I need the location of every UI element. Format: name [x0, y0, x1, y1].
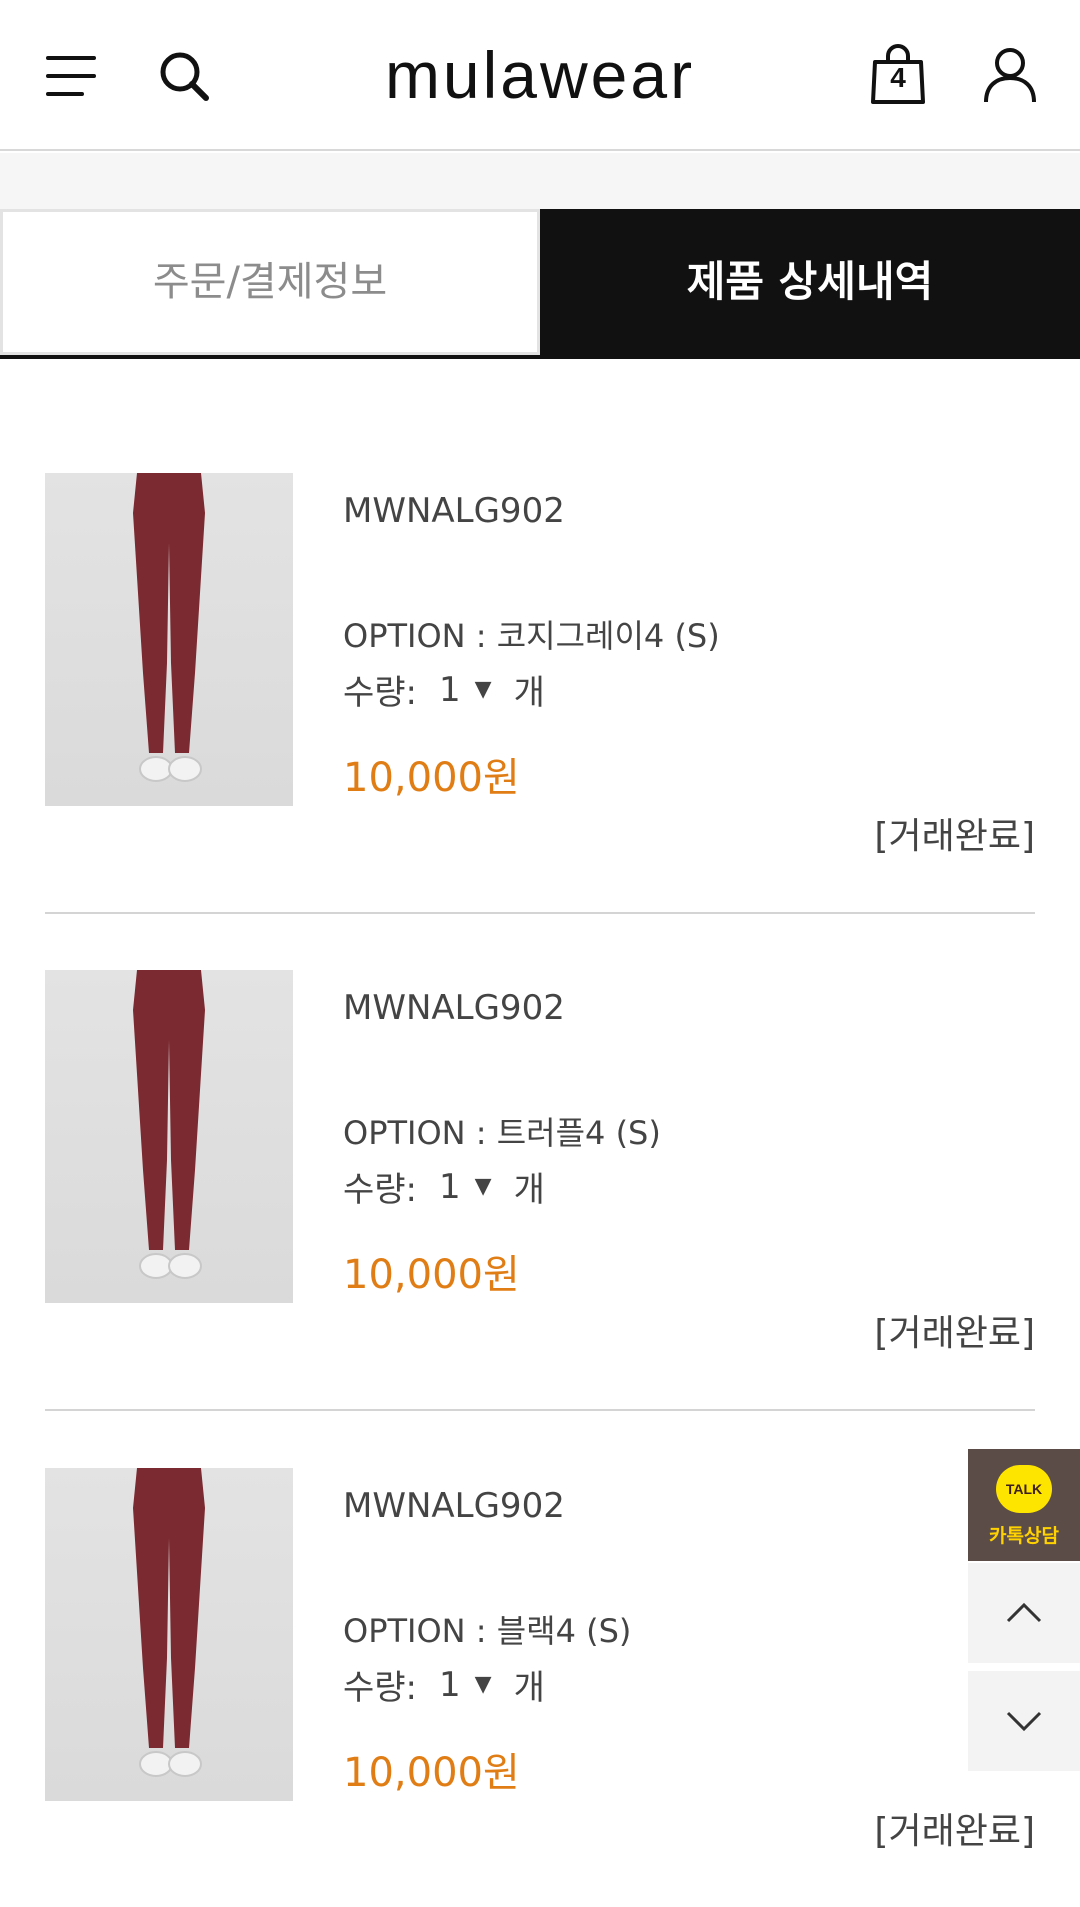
brand-logo[interactable]: mulawear: [360, 30, 720, 120]
kakao-talk-consult-button[interactable]: TALK 카톡상담: [968, 1449, 1080, 1561]
item-divider: [45, 1409, 1035, 1411]
order-status: [거래완료]: [874, 1313, 1035, 1354]
quantity-unit: 개: [513, 673, 545, 713]
scroll-to-bottom-button[interactable]: [968, 1671, 1080, 1771]
quantity-dropdown-icon[interactable]: ▼: [475, 1174, 492, 1199]
quantity-row: 수량: 1 ▼ 개: [343, 1660, 545, 1709]
user-icon[interactable]: [982, 46, 1038, 104]
quantity-label: 수량:: [343, 1170, 418, 1210]
tab-underline: [0, 355, 540, 359]
product-option: OPTION : 블랙4 (S): [343, 1612, 632, 1650]
quantity-value: 1: [439, 1664, 461, 1705]
quantity-unit: 개: [513, 1668, 545, 1708]
scroll-to-top-button[interactable]: [968, 1563, 1080, 1663]
cart-count-badge: 4: [890, 62, 906, 93]
product-image[interactable]: [45, 1468, 293, 1801]
tab-product-details[interactable]: 제품 상세내역: [540, 209, 1080, 359]
item-divider: [45, 912, 1035, 914]
product-image[interactable]: [45, 970, 293, 1303]
product-code[interactable]: MWNALG902: [343, 491, 565, 531]
quantity-label: 수량:: [343, 1668, 418, 1708]
product-code[interactable]: MWNALG902: [343, 1486, 565, 1526]
site-header: mulawear 4: [0, 0, 1080, 151]
order-item: MWNALG902 OPTION : 코지그레이4 (S) 수량: 1 ▼ 개 …: [45, 473, 1035, 914]
option-value: 블랙4 (S): [496, 1612, 632, 1650]
quantity-dropdown-icon[interactable]: ▼: [475, 677, 492, 702]
option-label: OPTION: [343, 617, 466, 655]
order-status: [거래완료]: [874, 1811, 1035, 1852]
order-item: MWNALG902 OPTION : 트러플4 (S) 수량: 1 ▼ 개 10…: [45, 970, 1035, 1411]
product-price: 10,000원: [343, 755, 520, 801]
chevron-down-icon: [1006, 1711, 1042, 1732]
tab-order-payment-info[interactable]: 주문/결제정보: [0, 209, 540, 355]
order-tabs: 주문/결제정보 제품 상세내역: [0, 209, 1080, 359]
order-status: [거래완료]: [874, 816, 1035, 857]
product-code[interactable]: MWNALG902: [343, 988, 565, 1028]
quantity-value: 1: [439, 1166, 461, 1207]
kakao-talk-icon: TALK: [996, 1465, 1052, 1513]
option-value: 트러플4 (S): [496, 1114, 661, 1152]
product-option: OPTION : 트러플4 (S): [343, 1114, 661, 1152]
quantity-label: 수량:: [343, 673, 418, 713]
quantity-unit: 개: [513, 1170, 545, 1210]
quantity-value: 1: [439, 669, 461, 710]
quantity-dropdown-icon[interactable]: ▼: [475, 1672, 492, 1697]
header-spacer: [0, 153, 1080, 209]
product-price: 10,000원: [343, 1252, 520, 1298]
order-item: MWNALG902 OPTION : 블랙4 (S) 수량: 1 ▼ 개 10,…: [45, 1468, 1035, 1888]
option-label: OPTION: [343, 1114, 466, 1152]
chevron-up-icon: [1006, 1602, 1042, 1623]
kakao-talk-label: 카톡상담: [989, 1525, 1059, 1547]
quantity-row: 수량: 1 ▼ 개: [343, 1162, 545, 1211]
product-price: 10,000원: [343, 1750, 520, 1796]
quantity-row: 수량: 1 ▼ 개: [343, 665, 545, 714]
product-image[interactable]: [45, 473, 293, 806]
product-option: OPTION : 코지그레이4 (S): [343, 617, 720, 655]
shopping-bag-icon[interactable]: 4: [870, 44, 926, 106]
search-icon[interactable]: [156, 48, 212, 104]
menu-icon[interactable]: [46, 56, 98, 96]
option-label: OPTION: [343, 1612, 466, 1650]
option-value: 코지그레이4 (S): [496, 617, 720, 655]
